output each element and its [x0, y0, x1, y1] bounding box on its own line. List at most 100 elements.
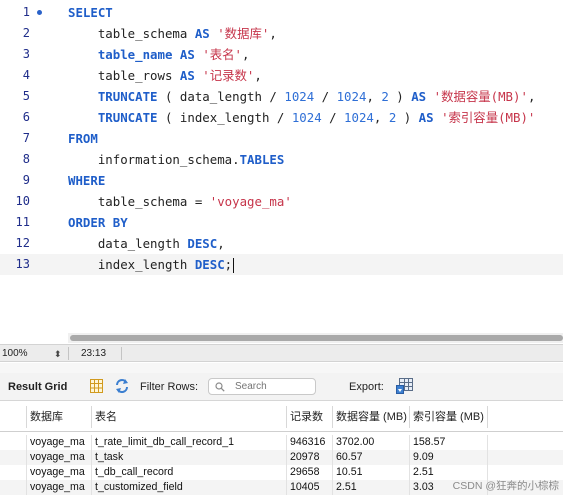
code-line[interactable]: 6 TRUNCATE ( index_length / 1024 / 1024,…	[0, 107, 563, 128]
code-text[interactable]: table_name AS '表名',	[68, 44, 250, 65]
code-line[interactable]: 2 table_schema AS '数据库',	[0, 23, 563, 44]
cell-data-size[interactable]: 2.51	[336, 480, 407, 495]
code-text[interactable]: FROM	[68, 128, 98, 149]
column-header-data-size[interactable]: 数据容量 (MB)	[336, 409, 407, 425]
cell-index-size[interactable]: 2.51	[413, 465, 483, 480]
export-icon[interactable]	[396, 378, 414, 394]
code-line[interactable]: 5 TRUNCATE ( data_length / 1024 / 1024, …	[0, 86, 563, 107]
cell-divider	[91, 465, 92, 480]
grid-icon[interactable]	[90, 379, 103, 393]
refresh-icon[interactable]	[114, 378, 130, 394]
column-divider[interactable]	[286, 406, 287, 428]
line-number: 5	[22, 89, 30, 103]
column-header-table-name[interactable]: 表名	[95, 409, 117, 425]
code-text[interactable]: information_schema.TABLES	[68, 149, 285, 170]
cell-row-count[interactable]: 10405	[290, 480, 330, 495]
column-header-row-count[interactable]: 记录数	[290, 409, 323, 425]
code-line[interactable]: 7 FROM	[0, 128, 563, 149]
code-text[interactable]: WHERE	[68, 170, 105, 191]
cell-divider	[286, 465, 287, 480]
column-divider[interactable]	[487, 406, 488, 428]
table-row[interactable]: voyage_ma t_task 20978 60.57 9.09	[0, 450, 563, 465]
column-divider[interactable]	[26, 406, 27, 428]
code-line[interactable]: 10 table_schema = 'voyage_ma'	[0, 191, 563, 212]
editor-horizontal-scrollbar[interactable]	[68, 333, 563, 343]
code-token: 2	[381, 89, 389, 104]
code-token: AS	[411, 89, 427, 104]
cell-divider	[26, 465, 27, 480]
code-line[interactable]: 4 table_rows AS '记录数',	[0, 65, 563, 86]
code-token: '数据容量(MB)'	[433, 89, 528, 104]
code-token: 'voyage_ma'	[209, 194, 292, 209]
result-grid-label[interactable]: Result Grid	[8, 379, 67, 395]
line-number: 7	[22, 131, 30, 145]
cell-divider	[91, 450, 92, 465]
code-line[interactable]: 1 SELECT	[0, 2, 563, 23]
text-caret	[233, 258, 235, 273]
cell-row-count[interactable]: 946316	[290, 435, 330, 450]
scrollbar-thumb[interactable]	[70, 335, 563, 341]
breakpoint-dot-icon[interactable]	[37, 10, 42, 15]
cell-table-name[interactable]: t_customized_field	[95, 480, 284, 495]
table-row[interactable]: voyage_ma t_db_call_record 29658 10.51 2.51	[0, 465, 563, 480]
code-token: )	[396, 110, 419, 125]
code-line[interactable]: 11 ORDER BY	[0, 212, 563, 233]
cell-divider	[409, 465, 410, 480]
cell-database[interactable]: voyage_ma	[30, 450, 89, 465]
cell-divider	[487, 465, 488, 480]
code-text[interactable]: TRUNCATE ( index_length / 1024 / 1024, 2…	[68, 107, 536, 128]
line-number: 1	[22, 5, 30, 19]
code-line[interactable]: 9 WHERE	[0, 170, 563, 191]
code-token: ( index_length /	[157, 110, 292, 125]
cell-table-name[interactable]: t_task	[95, 450, 284, 465]
code-text[interactable]: SELECT	[68, 2, 113, 23]
column-header-index-size[interactable]: 索引容量 (MB)	[413, 409, 484, 425]
code-text[interactable]: TRUNCATE ( data_length / 1024 / 1024, 2 …	[68, 86, 536, 107]
cell-data-size[interactable]: 3702.00	[336, 435, 407, 450]
search-input[interactable]	[235, 379, 313, 394]
cell-data-size[interactable]: 60.57	[336, 450, 407, 465]
cell-database[interactable]: voyage_ma	[30, 465, 89, 480]
code-line[interactable]: 13 index_length DESC;	[0, 254, 563, 275]
filter-search-box[interactable]	[208, 378, 316, 395]
code-line[interactable]: 12 data_length DESC,	[0, 233, 563, 254]
cell-index-size[interactable]: 9.09	[413, 450, 483, 465]
table-row[interactable]: voyage_ma t_rate_limit_db_call_record_1 94…	[0, 435, 563, 450]
line-number: 8	[22, 152, 30, 166]
panel-separator[interactable]	[0, 363, 563, 373]
code-token: ,	[527, 89, 536, 104]
cell-row-count[interactable]: 20978	[290, 450, 330, 465]
zoom-select[interactable]: 100% ⬍	[2, 346, 66, 361]
code-text[interactable]: ORDER BY	[68, 212, 128, 233]
cell-index-size[interactable]: 158.57	[413, 435, 483, 450]
line-number: 6	[22, 110, 30, 124]
code-text[interactable]: table_schema = 'voyage_ma'	[68, 191, 292, 212]
stepper-arrows-icon: ⬍	[54, 349, 62, 359]
sql-editor[interactable]: 1 SELECT 2 table_schema AS '数据库', 3 table_n…	[0, 0, 563, 332]
cell-divider	[332, 480, 333, 495]
column-divider[interactable]	[409, 406, 410, 428]
code-token: SELECT	[68, 5, 113, 20]
code-line[interactable]: 8 information_schema.TABLES	[0, 149, 563, 170]
code-token: data_length	[68, 236, 188, 251]
cell-data-size[interactable]: 10.51	[336, 465, 407, 480]
code-text[interactable]: table_schema AS '数据库',	[68, 23, 277, 44]
code-text[interactable]: table_rows AS '记录数',	[68, 65, 262, 86]
cell-table-name[interactable]: t_db_call_record	[95, 465, 284, 480]
column-header-database[interactable]: 数据库	[30, 409, 63, 425]
column-divider[interactable]	[91, 406, 92, 428]
column-divider[interactable]	[332, 406, 333, 428]
code-line[interactable]: 3 table_name AS '表名',	[0, 44, 563, 65]
cell-row-count[interactable]: 29658	[290, 465, 330, 480]
code-text[interactable]: index_length DESC;	[68, 254, 235, 275]
cell-table-name[interactable]: t_rate_limit_db_call_record_1	[95, 435, 284, 450]
code-token: ( data_length /	[157, 89, 285, 104]
code-token: AS	[179, 68, 195, 83]
cell-database[interactable]: voyage_ma	[30, 435, 89, 450]
code-token: ,	[254, 68, 262, 83]
cell-database[interactable]: voyage_ma	[30, 480, 89, 495]
code-text[interactable]: data_length DESC,	[68, 233, 225, 254]
code-token: 1024	[284, 89, 315, 104]
code-token: 1024	[291, 110, 322, 125]
